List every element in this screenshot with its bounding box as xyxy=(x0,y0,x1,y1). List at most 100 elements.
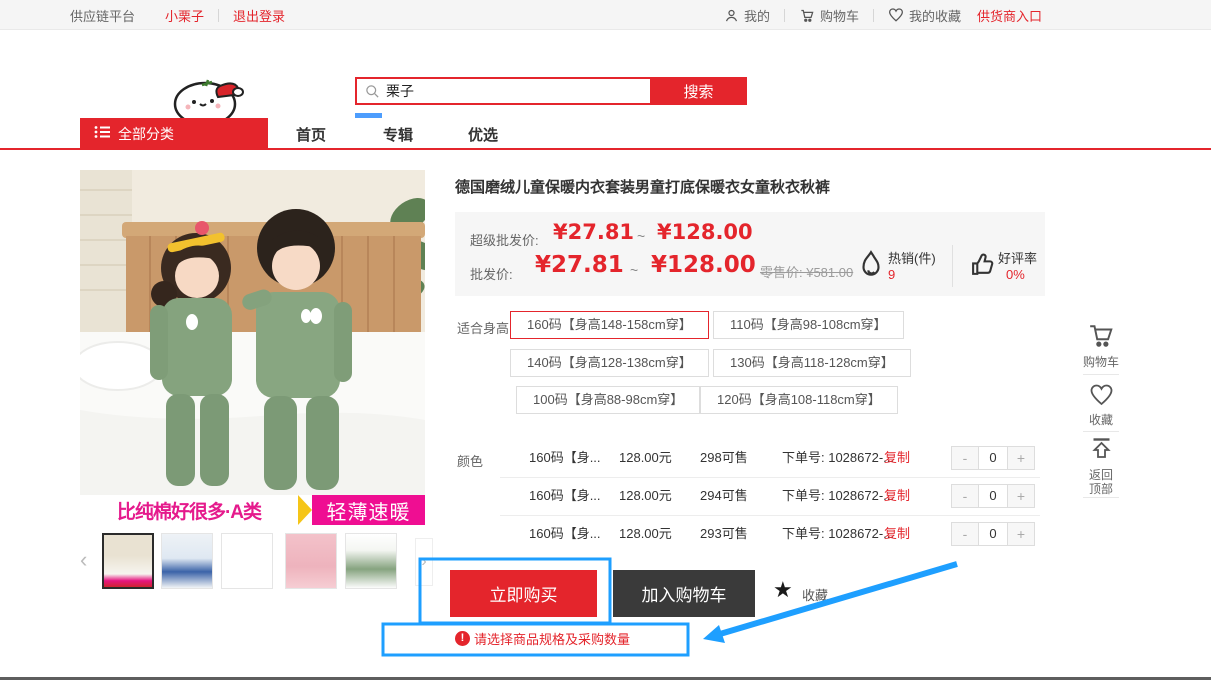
product-title: 德国磨绒儿童保暖内衣套装男童打底保暖衣女童秋衣秋裤 xyxy=(455,176,1045,197)
search-box: 搜索 xyxy=(355,77,745,105)
quantity-stepper: - 0 + xyxy=(951,484,1035,508)
divider xyxy=(952,245,953,287)
thumbnail-2[interactable] xyxy=(161,533,213,589)
sku-row: 160码【身... 128.00元 293可售 下单号: 1028672-...… xyxy=(455,519,1045,549)
minus-button[interactable]: - xyxy=(951,446,979,470)
topbar: 供应链平台 小栗子 退出登录 我的 购物车 xyxy=(0,0,1211,30)
sku-stock: 293可售 xyxy=(700,519,748,549)
plus-button[interactable]: + xyxy=(1007,484,1035,508)
navbar: 全部分类 首页 专辑 优选 xyxy=(0,118,1211,150)
search-button[interactable]: 搜索 xyxy=(650,77,747,105)
my-favorites-link[interactable]: 我的收藏 xyxy=(888,6,961,25)
back-to-top-button[interactable]: 返回顶部 xyxy=(1078,437,1124,496)
sku-name: 160码【身... xyxy=(529,443,601,473)
size-option-130[interactable]: 130码【身高118-128cm穿】 xyxy=(713,349,911,377)
add-to-cart-button[interactable]: 加入购物车 xyxy=(613,570,755,617)
thumbnail-3[interactable] xyxy=(221,533,273,589)
header: 搜索 热门搜索: 手机 123 汽车 电脑 xyxy=(0,31,1211,118)
cart-icon xyxy=(799,8,815,23)
rating-label: 好评率 xyxy=(998,248,1037,267)
thumbs-up-icon xyxy=(970,252,995,282)
heart-icon xyxy=(888,8,904,22)
my-account-link[interactable]: 我的 xyxy=(724,6,770,25)
tilde: ~ xyxy=(637,228,645,244)
nav-featured[interactable]: 优选 xyxy=(468,124,498,145)
prev-thumbnail-arrow[interactable]: ‹ xyxy=(80,547,87,573)
copy-button[interactable]: 复制 xyxy=(884,481,910,511)
search-icon xyxy=(365,84,380,99)
banner-right-text: 轻薄速暖 xyxy=(312,495,425,525)
sku-price: 128.00元 xyxy=(619,481,672,511)
size-option-120[interactable]: 120码【身高108-118cm穿】 xyxy=(700,386,898,414)
plus-button[interactable]: + xyxy=(1007,446,1035,470)
plus-button[interactable]: + xyxy=(1007,522,1035,546)
sku-order-no: 下单号: 1028672-... xyxy=(782,481,894,511)
size-option-label: 适合身高 xyxy=(457,318,509,337)
next-thumbnail-button[interactable]: › xyxy=(415,538,433,586)
thumbnail-5[interactable] xyxy=(345,533,397,589)
flame-icon xyxy=(858,250,884,285)
super-price-max: ¥128.00 xyxy=(657,220,753,244)
sidebar-favorite-button[interactable]: 收藏 xyxy=(1078,384,1124,427)
quantity-stepper: - 0 + xyxy=(951,446,1035,470)
thumbnail-1[interactable] xyxy=(102,533,154,589)
next-thumbnail-arrow: › xyxy=(421,553,426,571)
page: 供应链平台 小栗子 退出登录 我的 购物车 xyxy=(0,0,1211,680)
banner-chevron xyxy=(298,495,312,525)
size-option-110[interactable]: 110码【身高98-108cm穿】 xyxy=(713,311,904,339)
platform-label: 供应链平台 xyxy=(70,6,135,25)
kids-pajamas-photo xyxy=(80,170,425,495)
nav-home[interactable]: 首页 xyxy=(296,124,326,145)
product-main-image[interactable]: 比纯棉好很多·A类 轻薄速暖 xyxy=(80,170,425,525)
sidebar-cart-button[interactable]: 购物车 xyxy=(1078,324,1124,369)
wholesale-price-label: 批发价: xyxy=(470,264,513,283)
row-divider xyxy=(500,477,1040,478)
super-price-min: ¥27.81 xyxy=(553,220,634,244)
thumbnail-4[interactable] xyxy=(285,533,337,589)
nav-albums[interactable]: 专辑 xyxy=(383,124,413,145)
favorite-label[interactable]: 收藏 xyxy=(802,585,828,604)
annotation-arrow-shaft xyxy=(720,564,957,634)
sku-stock: 298可售 xyxy=(700,443,748,473)
promo-banner: 比纯棉好很多·A类 轻薄速暖 xyxy=(80,495,425,525)
copy-button[interactable]: 复制 xyxy=(884,443,910,473)
quantity-value[interactable]: 0 xyxy=(979,522,1007,546)
supplier-entry-link[interactable]: 供货商入口 xyxy=(977,6,1042,25)
star-icon[interactable]: ★ xyxy=(773,579,793,601)
divider xyxy=(1083,497,1119,498)
minus-button[interactable]: - xyxy=(951,522,979,546)
quantity-value[interactable]: 0 xyxy=(979,446,1007,470)
quantity-stepper: - 0 + xyxy=(951,522,1035,546)
size-option-100[interactable]: 100码【身高88-98cm穿】 xyxy=(516,386,700,414)
copy-button[interactable]: 复制 xyxy=(884,519,910,549)
size-option-140[interactable]: 140码【身高128-138cm穿】 xyxy=(510,349,709,377)
username-link[interactable]: 小栗子 xyxy=(165,6,204,25)
divider xyxy=(873,9,874,22)
topbar-cart-link[interactable]: 购物车 xyxy=(799,6,859,25)
user-icon xyxy=(724,8,739,23)
price-box: 超级批发价: ¥27.81 ~ ¥128.00 批发价: ¥27.81 ~ ¥1… xyxy=(455,212,1045,296)
error-text: 请选择商品规格及采购数量 xyxy=(474,629,630,648)
sku-price: 128.00元 xyxy=(619,519,672,549)
hot-sales-label: 热销(件) xyxy=(888,248,936,267)
divider xyxy=(1083,374,1119,375)
sku-name: 160码【身... xyxy=(529,481,601,511)
all-categories-button[interactable]: 全部分类 xyxy=(80,118,268,149)
quantity-value[interactable]: 0 xyxy=(979,484,1007,508)
super-price-label: 超级批发价: xyxy=(470,230,539,249)
logout-link[interactable]: 退出登录 xyxy=(233,6,285,25)
divider xyxy=(218,9,219,22)
minus-button[interactable]: - xyxy=(951,484,979,508)
sku-order-no: 下单号: 1028672-... xyxy=(782,443,894,473)
wholesale-price-max: ¥128.00 xyxy=(651,252,756,278)
cart-icon xyxy=(1088,335,1114,352)
back-to-top-icon xyxy=(1089,448,1114,465)
sku-price: 128.00元 xyxy=(619,443,672,473)
heart-icon xyxy=(1089,393,1114,410)
rating-value: 0% xyxy=(1006,267,1025,282)
buy-now-button[interactable]: 立即购买 xyxy=(450,570,597,617)
retail-price: 零售价: ¥581.00 xyxy=(760,262,853,281)
size-option-160[interactable]: 160码【身高148-158cm穿】 xyxy=(510,311,709,339)
tilde: ~ xyxy=(630,262,638,278)
hot-sales-value: 9 xyxy=(888,267,895,282)
